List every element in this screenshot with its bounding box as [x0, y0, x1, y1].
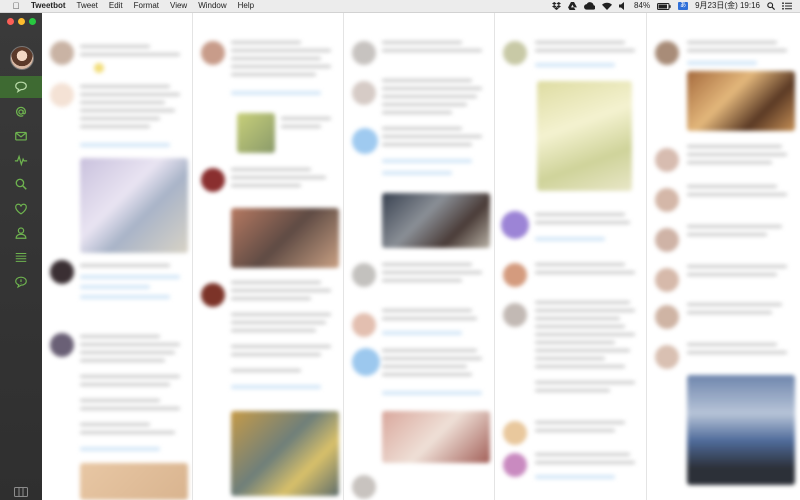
minimize-window-button[interactable] — [18, 18, 25, 25]
menu-tweet[interactable]: Tweet — [77, 0, 98, 12]
wifi-icon[interactable] — [602, 2, 613, 10]
columns-toggle-icon[interactable] — [14, 487, 28, 497]
sidebar — [0, 13, 42, 500]
battery-percent[interactable]: 84% — [634, 0, 650, 12]
speech-bubble-icon — [15, 81, 27, 93]
menu-window[interactable]: Window — [198, 0, 226, 12]
column-1[interactable] — [42, 13, 193, 500]
column-3[interactable] — [344, 13, 495, 500]
status-area: 84% あ 9月23日(金) 19:16 — [545, 0, 800, 12]
mute-icon — [15, 276, 27, 289]
sidebar-item-lists[interactable] — [0, 246, 42, 268]
zoom-window-button[interactable] — [29, 18, 36, 25]
menu-format[interactable]: Format — [134, 0, 159, 12]
app-menu[interactable]: Tweetbot — [31, 0, 66, 12]
notification-center-icon[interactable] — [782, 2, 792, 10]
envelope-icon — [15, 131, 27, 141]
spotlight-search-icon[interactable] — [767, 2, 775, 10]
close-window-button[interactable] — [7, 18, 14, 25]
menu-help[interactable]: Help — [238, 0, 254, 12]
person-icon — [15, 227, 27, 239]
sidebar-item-favorites[interactable] — [0, 198, 42, 220]
sidebar-item-timeline[interactable] — [0, 76, 42, 98]
list-icon — [15, 252, 27, 262]
app-menus: Tweetbot Tweet Edit Format View Window H… — [31, 0, 265, 12]
sidebar-item-mutes[interactable] — [0, 271, 42, 293]
column-5[interactable] — [647, 13, 800, 500]
volume-icon[interactable] — [619, 2, 627, 10]
drive-icon[interactable] — [568, 2, 577, 10]
menu-bar:  Tweetbot Tweet Edit Format View Window… — [0, 0, 800, 13]
column-4[interactable] — [495, 13, 647, 500]
input-method-indicator[interactable]: あ — [678, 2, 689, 10]
clock[interactable]: 9月23日(金) 19:16 — [695, 0, 760, 12]
sidebar-item-mentions[interactable] — [0, 101, 42, 123]
sidebar-item-search[interactable] — [0, 173, 42, 195]
battery-icon[interactable] — [657, 2, 671, 10]
menu-view[interactable]: View — [170, 0, 187, 12]
search-icon — [15, 178, 27, 190]
at-sign-icon — [16, 106, 26, 117]
column-2[interactable] — [193, 13, 344, 500]
heart-icon — [15, 203, 27, 215]
menu-edit[interactable]: Edit — [109, 0, 123, 12]
sidebar-item-profile[interactable] — [0, 222, 42, 244]
timeline-columns — [42, 13, 800, 500]
activity-icon — [14, 154, 28, 167]
dropbox-icon[interactable] — [552, 2, 561, 10]
apple-icon[interactable]:  — [11, 0, 21, 12]
cloud-icon[interactable] — [584, 2, 596, 10]
sidebar-item-messages[interactable] — [0, 125, 42, 147]
sidebar-item-activity[interactable] — [0, 149, 42, 171]
account-avatar[interactable] — [10, 46, 34, 70]
